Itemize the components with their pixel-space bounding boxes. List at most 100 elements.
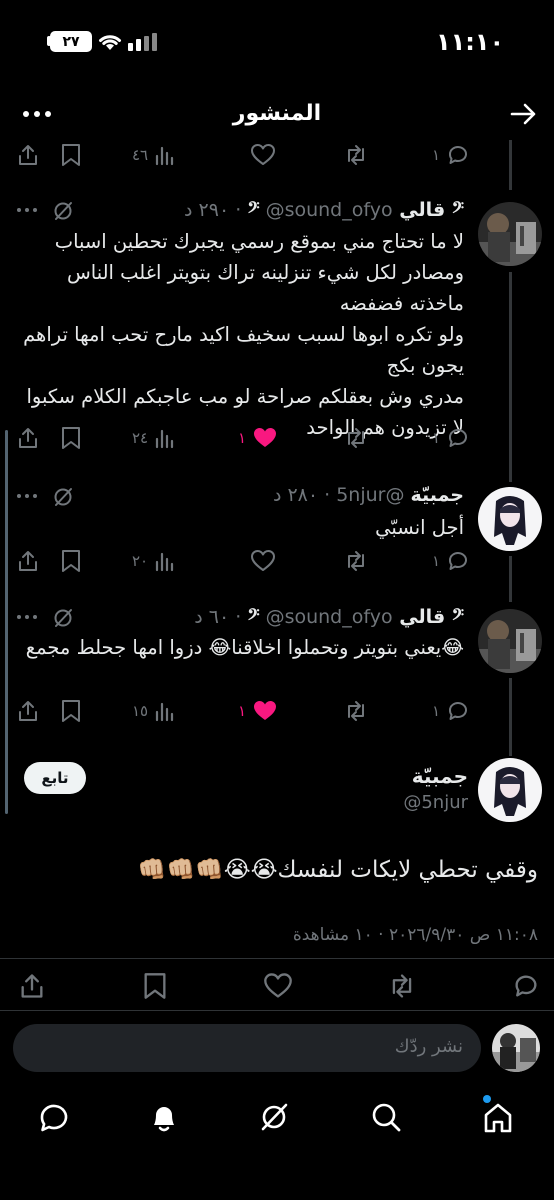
reply-button[interactable]: ١: [432, 546, 470, 576]
grok-icon[interactable]: [52, 607, 74, 629]
share-icon[interactable]: [18, 972, 46, 1000]
comment-icon[interactable]: [512, 972, 540, 1000]
bookmark-icon: [62, 144, 80, 166]
retweet-button[interactable]: [343, 140, 369, 170]
handle[interactable]: @sound_ofyo: [266, 199, 393, 221]
retweet-button[interactable]: [343, 696, 369, 726]
tweet-actions: ١ ١ ٢٤: [0, 423, 500, 453]
comment-icon: [449, 146, 468, 164]
more-horizontal-icon[interactable]: [16, 611, 38, 623]
more-horizontal-icon[interactable]: [16, 490, 38, 502]
clock: ١١:١٠: [436, 28, 505, 56]
thread-connector: [509, 140, 512, 190]
retweet-icon[interactable]: [387, 972, 417, 1000]
grok-icon[interactable]: [258, 1101, 290, 1133]
like-button[interactable]: ١: [238, 423, 278, 453]
more-horizontal-icon[interactable]: [16, 204, 38, 216]
search-icon[interactable]: [370, 1101, 402, 1133]
like-button[interactable]: [250, 140, 276, 170]
views-button[interactable]: ٢٤: [132, 423, 174, 453]
bookmark-button[interactable]: [60, 696, 82, 726]
post-timestamp[interactable]: ١١:٠٨ ص ٢٠٢٦/٩/٣٠ · ١٠ مشاهدة: [293, 925, 538, 945]
status-bar: ٢٧ ١١:١٠: [0, 0, 554, 90]
comment-icon: [449, 702, 468, 720]
views-button[interactable]: ٤٦: [132, 140, 174, 170]
share-icon: [19, 701, 37, 721]
heart-icon: [254, 428, 277, 447]
views-count: ٢٠: [132, 552, 149, 570]
reply-input[interactable]: نشر ردّك: [13, 1024, 481, 1072]
views-icon: [156, 702, 174, 722]
tweet-actions: ١ ٢٠: [0, 546, 500, 576]
divider: [0, 958, 554, 959]
like-button[interactable]: ١: [238, 696, 278, 726]
page-title: المنشور: [232, 101, 322, 126]
retweet-icon: [348, 145, 364, 165]
heart-icon: [254, 701, 277, 720]
bookmark-button[interactable]: [60, 546, 82, 576]
reply-count: ١: [432, 552, 441, 570]
tweet-header: 𝄢 قالي 𝄢 @sound_ofyo · ٦٠ د: [194, 606, 464, 628]
bookmark-icon[interactable]: [142, 972, 168, 1000]
reply-placeholder: نشر ردّك: [394, 1036, 463, 1057]
more-horizontal-icon[interactable]: [22, 102, 52, 126]
reply-count: ١: [432, 146, 441, 164]
tweet-text: أجل انسبّي: [375, 516, 464, 539]
display-name[interactable]: جمبيّة: [411, 484, 464, 506]
bookmark-button[interactable]: [60, 423, 82, 453]
views-button[interactable]: ٢٠: [132, 546, 174, 576]
tweet-text: 😂يعني بتويتر وتحملوا اخلاقنا😂 دزوا امها …: [25, 636, 464, 659]
follow-button[interactable]: تابع: [24, 762, 86, 794]
like-count: ١: [238, 429, 247, 447]
retweet-icon: [348, 551, 364, 571]
timestamp[interactable]: ٢٨٠ د: [273, 484, 318, 506]
grok-icon[interactable]: [52, 486, 74, 508]
bottom-navigation: [0, 1095, 554, 1145]
bookmark-button[interactable]: [60, 140, 82, 170]
retweet-icon: [348, 428, 364, 448]
battery-indicator: ٢٧: [50, 31, 92, 52]
grok-icon[interactable]: [52, 200, 74, 222]
timestamp[interactable]: ٦٠ د: [194, 606, 229, 628]
comment-icon: [449, 552, 468, 570]
bell-icon[interactable]: [148, 1101, 180, 1135]
share-button[interactable]: [16, 546, 40, 576]
reply-button[interactable]: ١: [432, 140, 470, 170]
avatar[interactable]: [478, 609, 542, 673]
display-name[interactable]: جمبيّة: [412, 764, 468, 788]
messages-icon[interactable]: [37, 1101, 71, 1135]
arrow-right-icon[interactable]: [510, 102, 538, 126]
views-count: ١٥: [132, 702, 149, 720]
share-icon: [19, 428, 37, 448]
thread-connector: [509, 272, 512, 482]
user-avatar[interactable]: [492, 1024, 540, 1072]
share-button[interactable]: [16, 696, 40, 726]
handle[interactable]: @sound_ofyo: [266, 606, 393, 628]
heart-icon: [251, 144, 275, 165]
reply-button[interactable]: ١: [432, 696, 470, 726]
tweet-header: 𝄢 قالي 𝄢 @sound_ofyo · ٢٩٠ د: [184, 199, 464, 221]
handle[interactable]: @5njur: [336, 484, 404, 506]
heart-icon[interactable]: [263, 972, 293, 1000]
reply-button[interactable]: ١: [432, 423, 470, 453]
timestamp[interactable]: ٢٩٠ د: [184, 199, 229, 221]
avatar[interactable]: [478, 758, 542, 822]
wifi-icon: [99, 35, 121, 50]
views-icon: [156, 429, 174, 449]
bookmark-icon: [62, 700, 80, 722]
avatar[interactable]: [478, 202, 542, 266]
bookmark-icon: [62, 427, 80, 449]
share-button[interactable]: [16, 423, 40, 453]
views-button[interactable]: ١٥: [132, 696, 174, 726]
views-icon: [156, 146, 174, 166]
share-button[interactable]: [16, 140, 40, 170]
handle[interactable]: @5njur: [403, 792, 468, 813]
avatar[interactable]: [478, 487, 542, 551]
reply-count: ١: [432, 429, 441, 447]
tweet-actions: ١ ٤٦: [0, 140, 500, 170]
home-icon[interactable]: [481, 1101, 515, 1135]
comment-icon: [449, 429, 468, 447]
retweet-button[interactable]: [343, 546, 369, 576]
like-button[interactable]: [250, 546, 276, 576]
retweet-button[interactable]: [343, 423, 369, 453]
